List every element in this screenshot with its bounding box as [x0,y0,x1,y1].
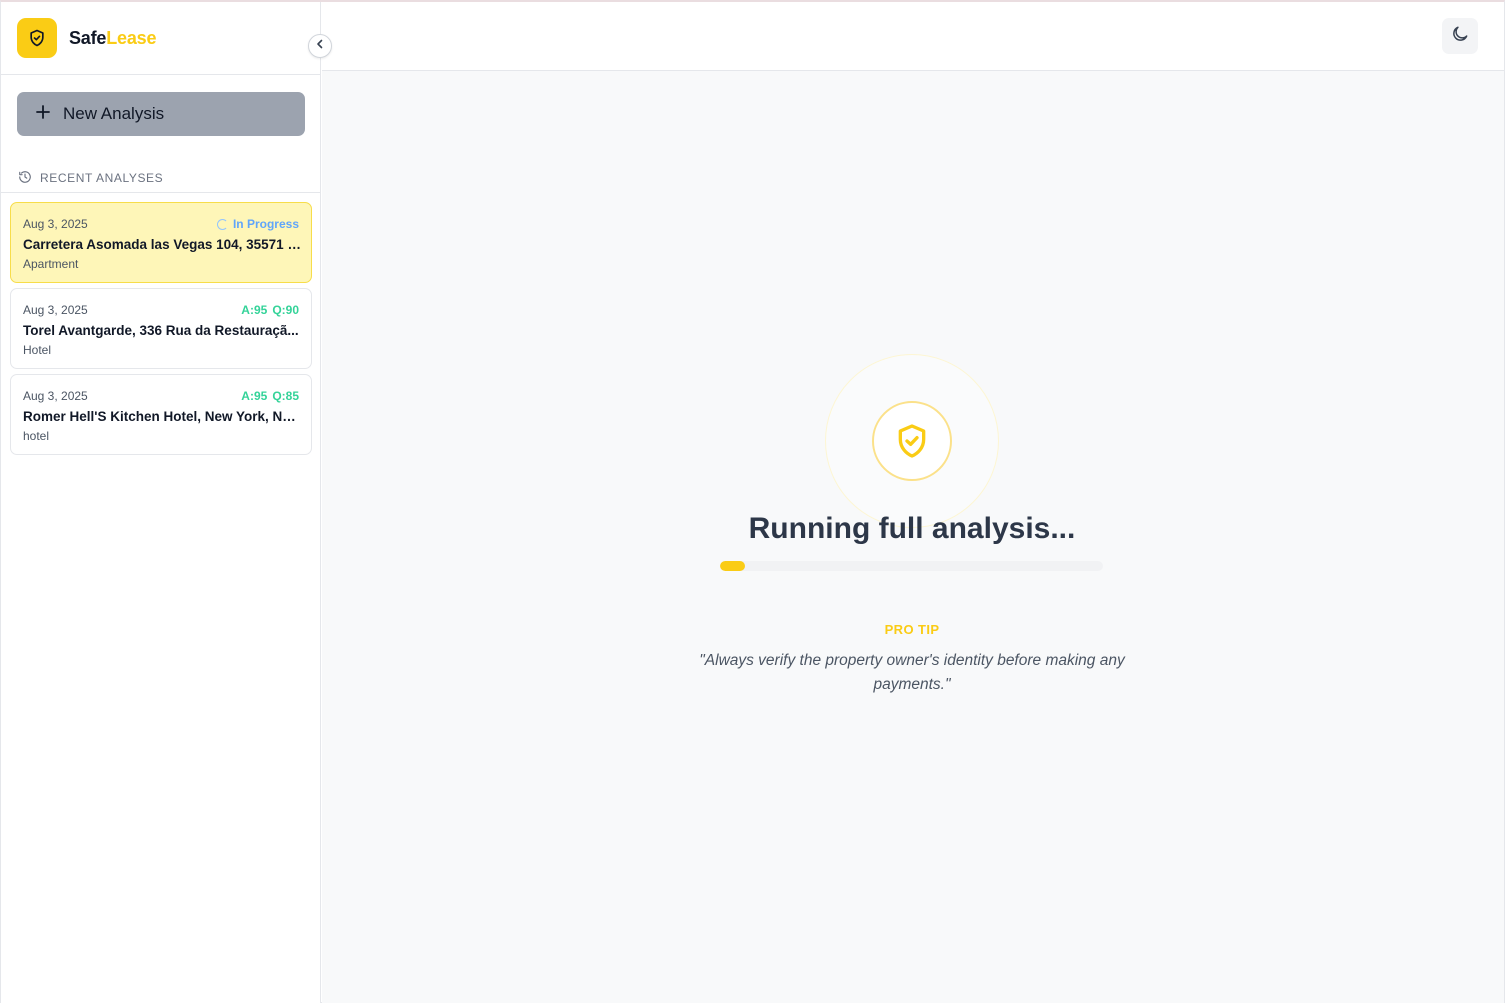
analysis-card[interactable]: Aug 3, 2025 In Progress Carretera Asomad… [10,202,312,283]
recent-analyses-label: RECENT ANALYSES [40,171,164,185]
pro-tip-text: "Always verify the property owner's iden… [699,652,1125,693]
shield-check-icon [17,18,57,58]
new-analysis-button[interactable]: New Analysis [17,92,305,136]
recent-analyses-header: RECENT ANALYSES [18,168,318,188]
analysis-title: Carretera Asomada las Vegas 104, 35571 L… [23,237,301,252]
analysis-type: hotel [23,429,50,443]
score-q: Q:90 [272,303,299,317]
analysis-status-title: Running full analysis... [748,512,1076,545]
analysis-scores: A:95 Q:85 [241,389,299,403]
analysis-type: Apartment [23,257,79,271]
spinner-icon [216,218,228,230]
analysis-scores: A:95 Q:90 [241,303,299,317]
progress-bar-fill [720,561,745,571]
score-a: A:95 [241,303,268,317]
analysis-date: Aug 3, 2025 [23,303,88,317]
analysis-type: Hotel [23,343,52,357]
status-label: In Progress [232,217,299,231]
analysis-title: Torel Avantgarde, 336 Rua da Restauraçã.… [23,323,299,338]
score-q: Q:85 [272,389,299,403]
brand-name-lease: Lease [106,28,157,48]
brand-name-safe: Safe [69,28,107,48]
chevron-left-icon [314,37,326,55]
moon-icon [1450,24,1470,49]
brand-name: SafeLease [69,28,156,49]
brand-header: SafeLease [1,2,321,75]
main-content: Running full analysis... PRO TIP "Always… [322,71,1504,1003]
history-icon [18,170,32,187]
collapse-sidebar-button[interactable] [308,34,332,58]
new-analysis-label: New Analysis [63,104,165,123]
score-a: A:95 [241,389,268,403]
pro-tip-label: PRO TIP [884,622,940,637]
app-window: SafeLease New Analysis RECENT ANALYSES A… [0,0,1505,1003]
analysis-status: In Progress [216,217,299,231]
analysis-card[interactable]: Aug 3, 2025 A:95 Q:90 Torel Avantgarde, … [10,288,312,369]
analysis-card[interactable]: Aug 3, 2025 A:95 Q:85 Romer Hell'S Kitch… [10,374,312,455]
analysis-date: Aug 3, 2025 [23,217,88,231]
shield-check-icon [872,401,952,481]
plus-icon [35,104,51,125]
progress-bar [720,561,1103,571]
sidebar: SafeLease New Analysis RECENT ANALYSES A… [1,2,321,1003]
analysis-date: Aug 3, 2025 [23,389,88,403]
analysis-title: Romer Hell'S Kitchen Hotel, New York, Ne… [23,409,301,424]
top-bar [322,2,1504,71]
divider [1,192,321,193]
theme-toggle-button[interactable] [1442,18,1478,54]
